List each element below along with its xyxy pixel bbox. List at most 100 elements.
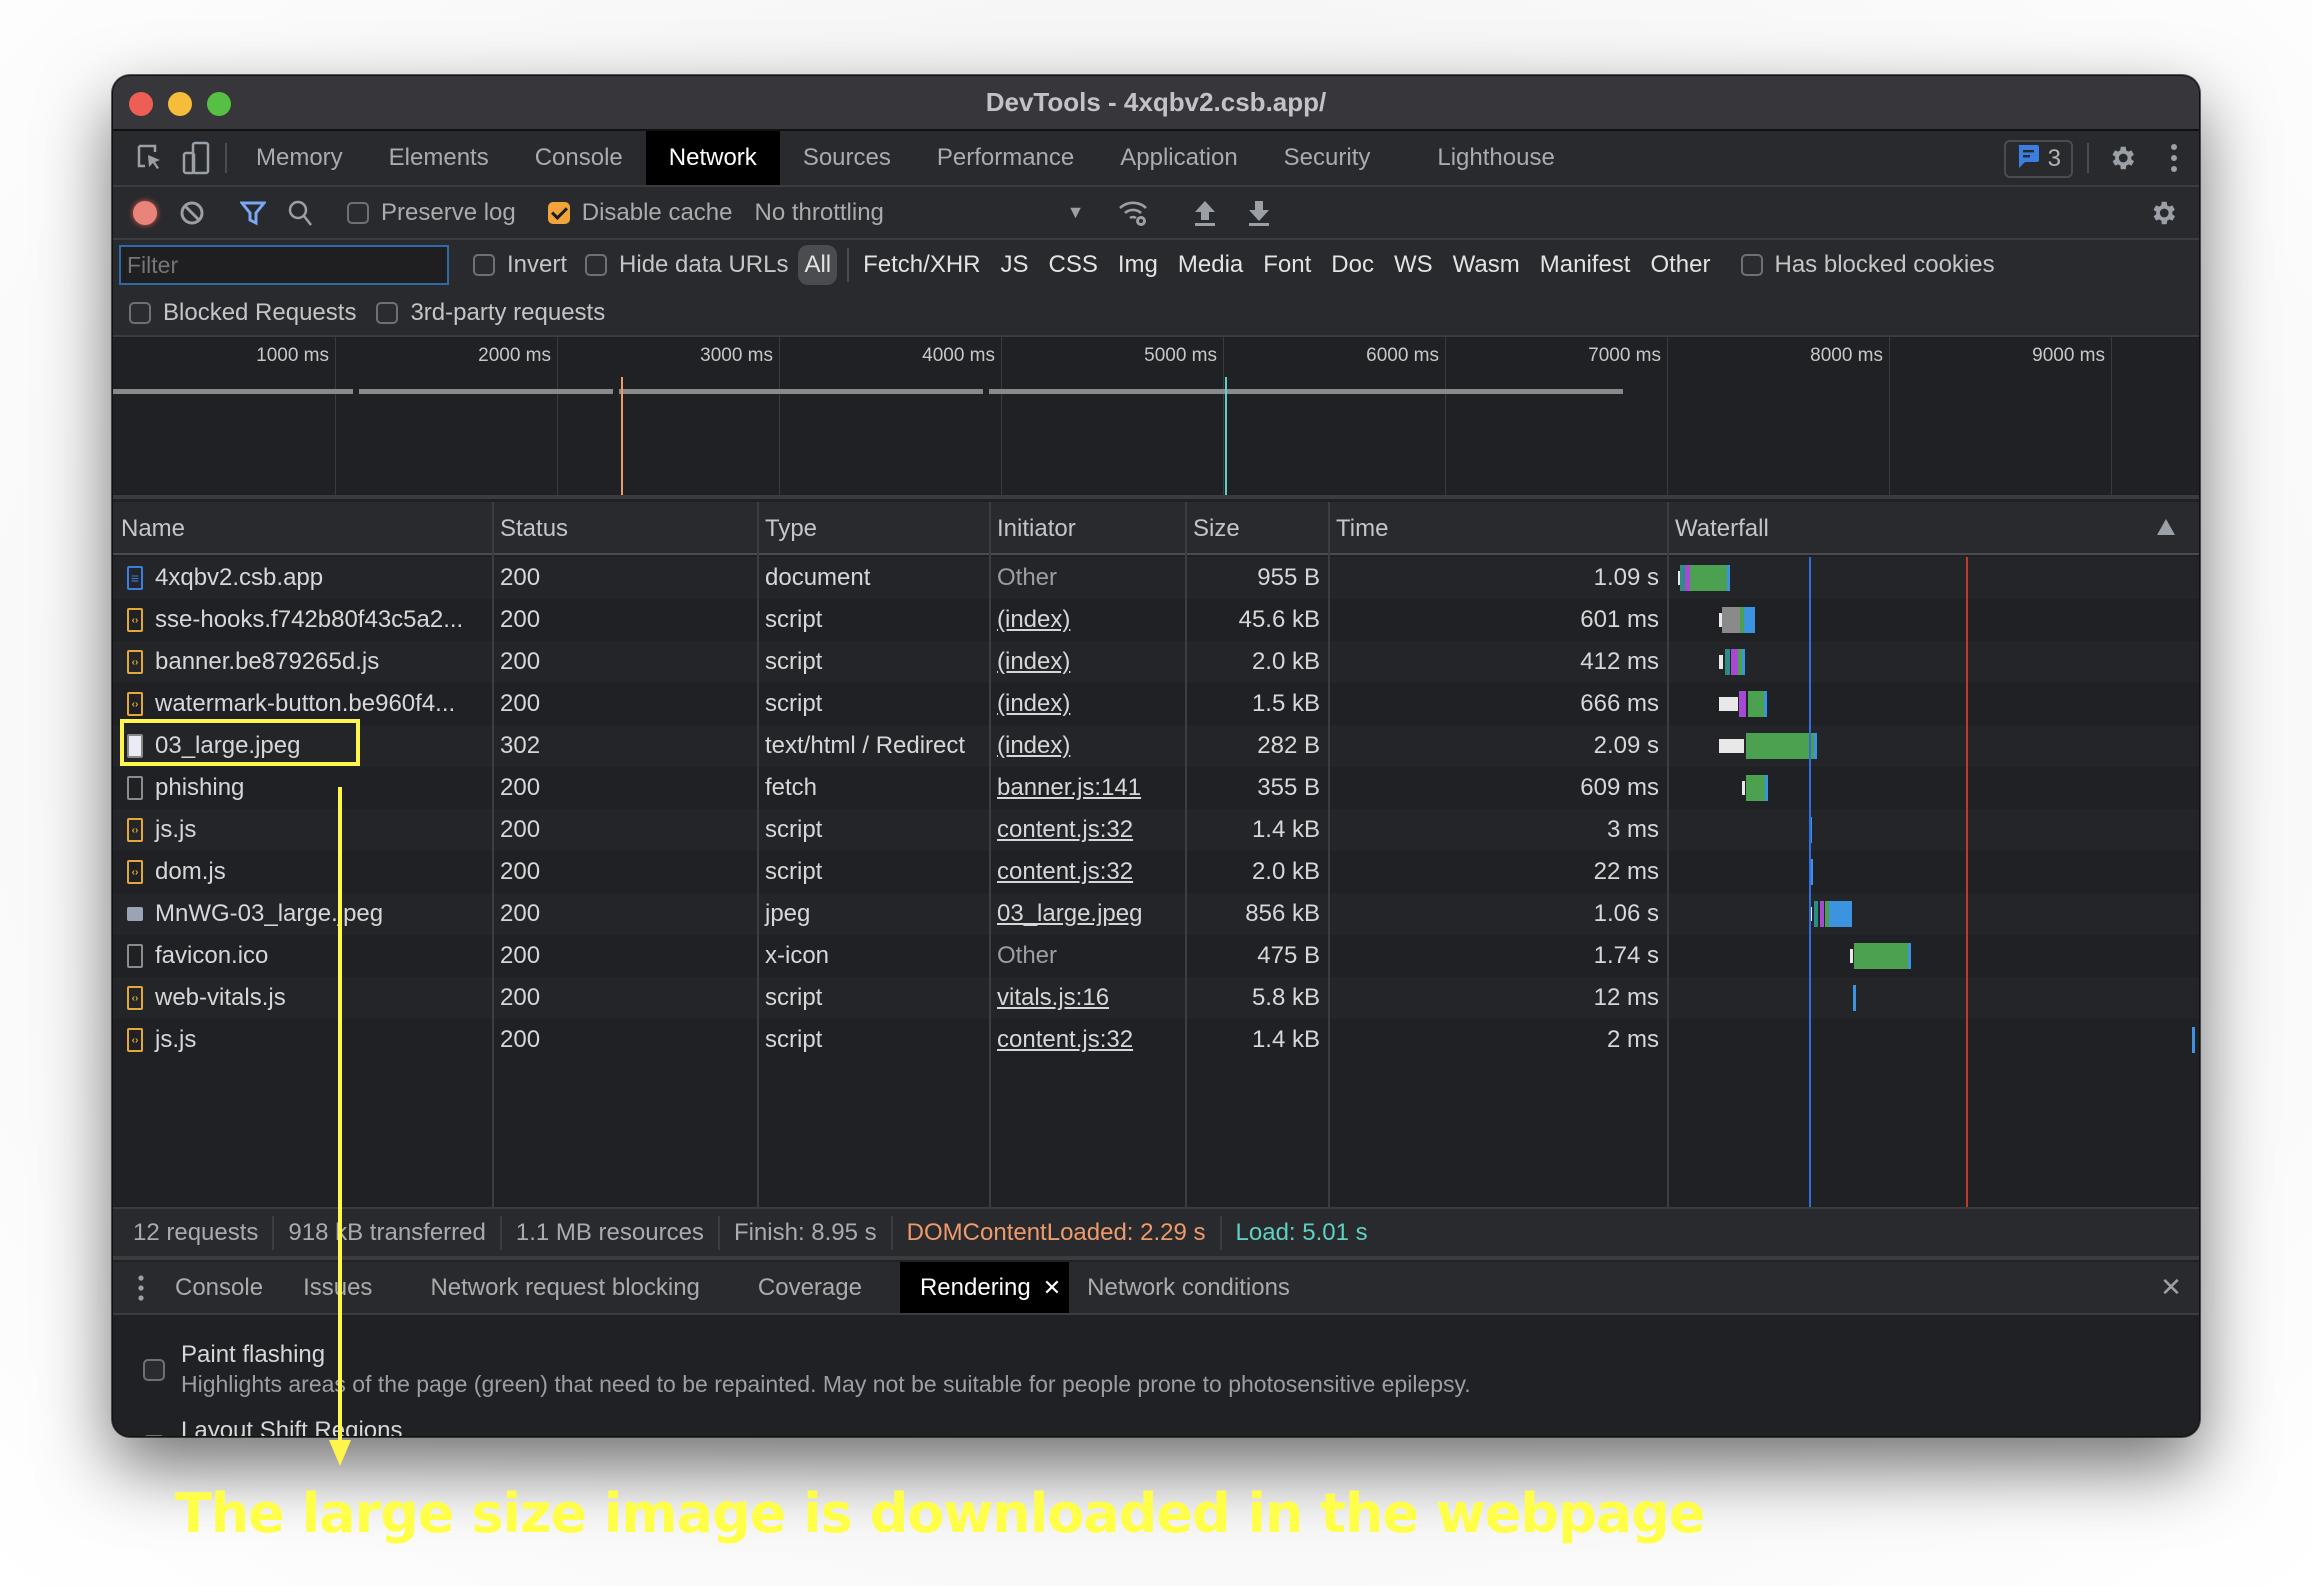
table-row[interactable]: ‹› sse-hooks.f742b80f43c5a2... 200 script (i… (113, 599, 2199, 641)
type-filter-ws[interactable]: WS (1394, 251, 1433, 279)
request-name[interactable]: MnWG-03_large.jpeg (155, 900, 383, 928)
record-icon[interactable] (123, 200, 167, 225)
third-party-checkbox[interactable] (376, 301, 399, 324)
table-row[interactable]: ‹› banner.be879265d.js 200 script (index) 2.0… (113, 641, 2199, 683)
search-icon[interactable] (275, 199, 325, 227)
table-row[interactable]: 03_large.jpeg 302 text/html / Redirect (ind… (113, 725, 2199, 767)
tab-elements[interactable]: Elements (366, 131, 512, 185)
maximize-window-button[interactable] (207, 92, 231, 116)
type-filter-fetch-xhr[interactable]: Fetch/XHR (863, 251, 980, 279)
throttling-select[interactable]: No throttling ▼ (754, 199, 1084, 227)
table-row[interactable]: ≡ 4xqbv2.csb.app 200 document Other 955 B 1.09… (113, 557, 2199, 599)
column-header-type[interactable]: Type (757, 502, 989, 555)
cell-initiator[interactable]: (index) (989, 599, 1185, 641)
filter-input[interactable] (119, 245, 449, 285)
has-blocked-cookies-checkbox[interactable] (1740, 254, 1763, 276)
column-header-time[interactable]: Time (1328, 502, 1667, 555)
column-resizer[interactable] (1328, 502, 1330, 1208)
column-header-name[interactable]: Name (113, 502, 492, 555)
column-resizer[interactable] (757, 502, 759, 1208)
hide-data-urls-checkbox[interactable] (585, 254, 608, 276)
tab-console[interactable]: Console (512, 131, 646, 185)
tab-performance[interactable]: Performance (914, 131, 1097, 185)
column-header-status[interactable]: Status (492, 502, 757, 555)
type-filter-js[interactable]: JS (1001, 251, 1029, 279)
layout-shift-regions-checkbox[interactable] (143, 1435, 165, 1436)
type-filter-all[interactable]: All (798, 245, 838, 285)
clear-icon[interactable] (167, 200, 217, 226)
table-row[interactable]: favicon.ico 200 x-icon Other 475 B 1.74 s (113, 935, 2199, 977)
table-row[interactable]: MnWG-03_large.jpeg 200 jpeg 03_large.jpeg 85… (113, 893, 2199, 935)
import-har-icon[interactable] (1176, 199, 1234, 227)
request-name[interactable]: banner.be879265d.js (155, 648, 379, 676)
tab-application[interactable]: Application (1097, 131, 1260, 185)
drawer-tab-console[interactable]: Console (163, 1262, 283, 1313)
network-settings-gear-icon[interactable] (2135, 198, 2191, 228)
drawer-menu-icon[interactable] (119, 1262, 163, 1313)
issues-badge[interactable]: 3 (2003, 140, 2073, 178)
device-toolbar-icon[interactable] (173, 131, 219, 185)
type-filter-css[interactable]: CSS (1049, 251, 1098, 279)
type-filter-font[interactable]: Font (1263, 251, 1311, 279)
close-tab-icon[interactable]: ✕ (1043, 1275, 1061, 1301)
invert-checkbox[interactable] (473, 254, 495, 276)
inspect-element-icon[interactable] (127, 131, 173, 185)
column-resizer[interactable] (492, 502, 494, 1208)
column-resizer[interactable] (1185, 502, 1187, 1208)
drawer-tab-rendering[interactable]: Rendering ✕ (899, 1262, 1070, 1313)
drawer-tab-coverage[interactable]: Coverage (738, 1262, 900, 1313)
request-name[interactable]: web-vitals.js (155, 984, 286, 1012)
tab-network[interactable]: Network (645, 131, 780, 185)
column-resizer[interactable] (1667, 502, 1669, 1208)
type-filter-wasm[interactable]: Wasm (1453, 251, 1520, 279)
column-header-size[interactable]: Size (1185, 502, 1328, 555)
type-filter-img[interactable]: Img (1118, 251, 1158, 279)
paint-flashing-checkbox[interactable] (143, 1359, 165, 1381)
minimize-window-button[interactable] (168, 92, 192, 116)
type-filter-doc[interactable]: Doc (1331, 251, 1374, 279)
more-options-icon[interactable] (2149, 131, 2199, 185)
table-row[interactable]: ‹› dom.js 200 script content.js:32 2.0 kB 22 m… (113, 851, 2199, 893)
tab-lighthouse[interactable]: Lighthouse (1414, 131, 1577, 185)
blocked-requests-checkbox[interactable] (129, 301, 151, 324)
network-conditions-icon[interactable] (1106, 198, 1162, 228)
column-header-waterfall[interactable]: Waterfall (1667, 502, 2199, 555)
cell-initiator[interactable]: content.js:32 (989, 809, 1185, 851)
timeline-overview[interactable]: 1000 ms 2000 ms 3000 ms 4000 ms 5000 ms 6000 … (113, 337, 2199, 499)
request-name[interactable]: js.js (155, 816, 196, 844)
request-name[interactable]: phishing (155, 774, 244, 802)
request-name[interactable]: sse-hooks.f742b80f43c5a2... (155, 606, 463, 634)
cell-initiator[interactable]: 03_large.jpeg (989, 893, 1185, 935)
table-row[interactable]: ‹› watermark-button.be960f4... 200 script (i… (113, 683, 2199, 725)
type-filter-manifest[interactable]: Manifest (1540, 251, 1631, 279)
table-row[interactable]: ‹› js.js 200 script content.js:32 1.4 kB 2 ms (113, 1019, 2199, 1061)
request-name[interactable]: js.js (155, 1026, 196, 1054)
sort-ascending-icon[interactable] (2157, 519, 2175, 535)
column-header-initiator[interactable]: Initiator (989, 502, 1185, 555)
tab-memory[interactable]: Memory (233, 131, 366, 185)
export-har-icon[interactable] (1234, 199, 1284, 227)
close-window-button[interactable] (129, 92, 153, 116)
cell-initiator[interactable]: banner.js:141 (989, 767, 1185, 809)
table-row[interactable]: phishing 200 fetch banner.js:141 355 B 609 ms (113, 767, 2199, 809)
tab-sources[interactable]: Sources (780, 131, 914, 185)
disable-cache-checkbox[interactable] (547, 201, 570, 224)
column-resizer[interactable] (989, 502, 991, 1208)
drawer-tab-network-request-blocking[interactable]: Network request blocking (410, 1262, 737, 1313)
cell-initiator[interactable]: (index) (989, 725, 1185, 767)
close-drawer-icon[interactable]: ✕ (2143, 1262, 2199, 1313)
request-name[interactable]: 4xqbv2.csb.app (155, 564, 323, 592)
drawer-tab-issues[interactable]: Issues (283, 1262, 410, 1313)
settings-gear-icon[interactable] (2095, 131, 2149, 185)
cell-initiator[interactable]: vitals.js:16 (989, 977, 1185, 1019)
cell-initiator[interactable]: (index) (989, 641, 1185, 683)
cell-initiator[interactable]: content.js:32 (989, 851, 1185, 893)
tab-security[interactable]: Security (1261, 131, 1415, 185)
table-row[interactable]: ‹› js.js 200 script content.js:32 1.4 kB 3 ms (113, 809, 2199, 851)
filter-icon[interactable] (231, 200, 275, 226)
cell-initiator[interactable]: (index) (989, 683, 1185, 725)
cell-initiator[interactable]: content.js:32 (989, 1019, 1185, 1061)
drawer-tab-network-conditions[interactable]: Network conditions (1069, 1262, 1310, 1313)
request-name[interactable]: dom.js (155, 858, 226, 886)
request-name[interactable]: favicon.ico (155, 942, 268, 970)
